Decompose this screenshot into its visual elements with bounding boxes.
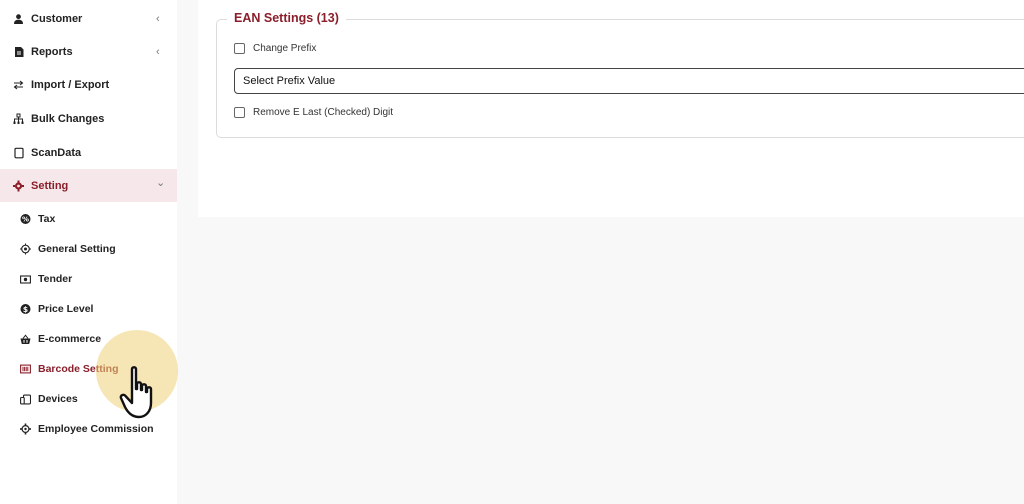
basket-icon bbox=[20, 334, 31, 345]
prefix-value-select[interactable]: Select Prefix Value bbox=[234, 68, 1024, 94]
cog-icon bbox=[20, 423, 31, 435]
sidebar-item-label: Import / Export bbox=[31, 78, 110, 91]
devices-icon bbox=[20, 394, 31, 405]
prefix-value-select-text: Select Prefix Value bbox=[243, 75, 336, 87]
user-icon bbox=[13, 13, 24, 24]
sidebar-item-reports[interactable]: Reports ‹ bbox=[0, 35, 177, 68]
sidebar-subitem-label: Price Level bbox=[38, 303, 94, 315]
remove-digit-row: Remove E Last (Checked) Digit bbox=[234, 107, 393, 118]
barcode-icon bbox=[20, 364, 31, 375]
sidebar-item-label: Customer bbox=[31, 12, 83, 25]
transfer-icon bbox=[13, 79, 24, 90]
sidebar-item-customer[interactable]: Customer ‹ bbox=[0, 2, 177, 35]
sidebar-subitem-label: E-commerce bbox=[38, 333, 102, 345]
remove-last-digit-checkbox[interactable] bbox=[234, 107, 245, 118]
chevron-left-icon: ‹ bbox=[156, 12, 160, 25]
sidebar-item-label: Reports bbox=[31, 45, 73, 58]
sidebar-item-bulk-changes[interactable]: Bulk Changes bbox=[0, 102, 177, 135]
sidebar-subitem-label: General Setting bbox=[38, 243, 116, 255]
sidebar-item-label: Setting bbox=[31, 179, 69, 192]
sidebar-subitem-tax[interactable]: % Tax bbox=[0, 207, 177, 231]
sidebar-item-scandata[interactable]: ScanData bbox=[0, 136, 177, 169]
ean-settings-title: EAN Settings (13) bbox=[227, 11, 346, 25]
sidebar-item-label: Bulk Changes bbox=[31, 112, 105, 125]
remove-last-digit-label: Remove E Last (Checked) Digit bbox=[253, 107, 394, 118]
sidebar-subitem-label: Tender bbox=[38, 273, 73, 285]
chevron-left-icon: ‹ bbox=[156, 45, 160, 58]
tax-icon: % bbox=[20, 214, 31, 225]
svg-text:$: $ bbox=[23, 305, 28, 314]
hand-pointer-icon bbox=[118, 365, 166, 426]
sidebar-subitem-label: Tax bbox=[38, 213, 56, 225]
hierarchy-icon bbox=[13, 113, 24, 124]
change-prefix-row: Change Prefix bbox=[234, 43, 316, 54]
document-icon bbox=[13, 147, 24, 158]
sidebar-subitem-label: Devices bbox=[38, 393, 78, 405]
change-prefix-label: Change Prefix bbox=[253, 43, 317, 54]
sidebar-subitem-tender[interactable]: Tender bbox=[0, 267, 177, 291]
sidebar-subitem-price-level[interactable]: $ Price Level bbox=[0, 297, 177, 321]
sidebar: Customer ‹ Reports ‹ Import / Export Bul… bbox=[0, 0, 177, 504]
target-icon bbox=[20, 243, 31, 255]
svg-text:%: % bbox=[22, 216, 29, 224]
gear-icon bbox=[13, 180, 24, 191]
sidebar-subitem-general-setting[interactable]: General Setting bbox=[0, 237, 177, 261]
chevron-down-icon: ⌄ bbox=[156, 177, 166, 189]
change-prefix-checkbox[interactable] bbox=[234, 43, 245, 54]
cash-icon bbox=[20, 274, 31, 285]
report-icon bbox=[13, 46, 24, 57]
dollar-icon: $ bbox=[20, 304, 31, 315]
sidebar-item-setting[interactable]: Setting ⌄ bbox=[0, 169, 177, 202]
sidebar-item-import-export[interactable]: Import / Export bbox=[0, 68, 177, 101]
sidebar-item-label: ScanData bbox=[31, 146, 82, 159]
